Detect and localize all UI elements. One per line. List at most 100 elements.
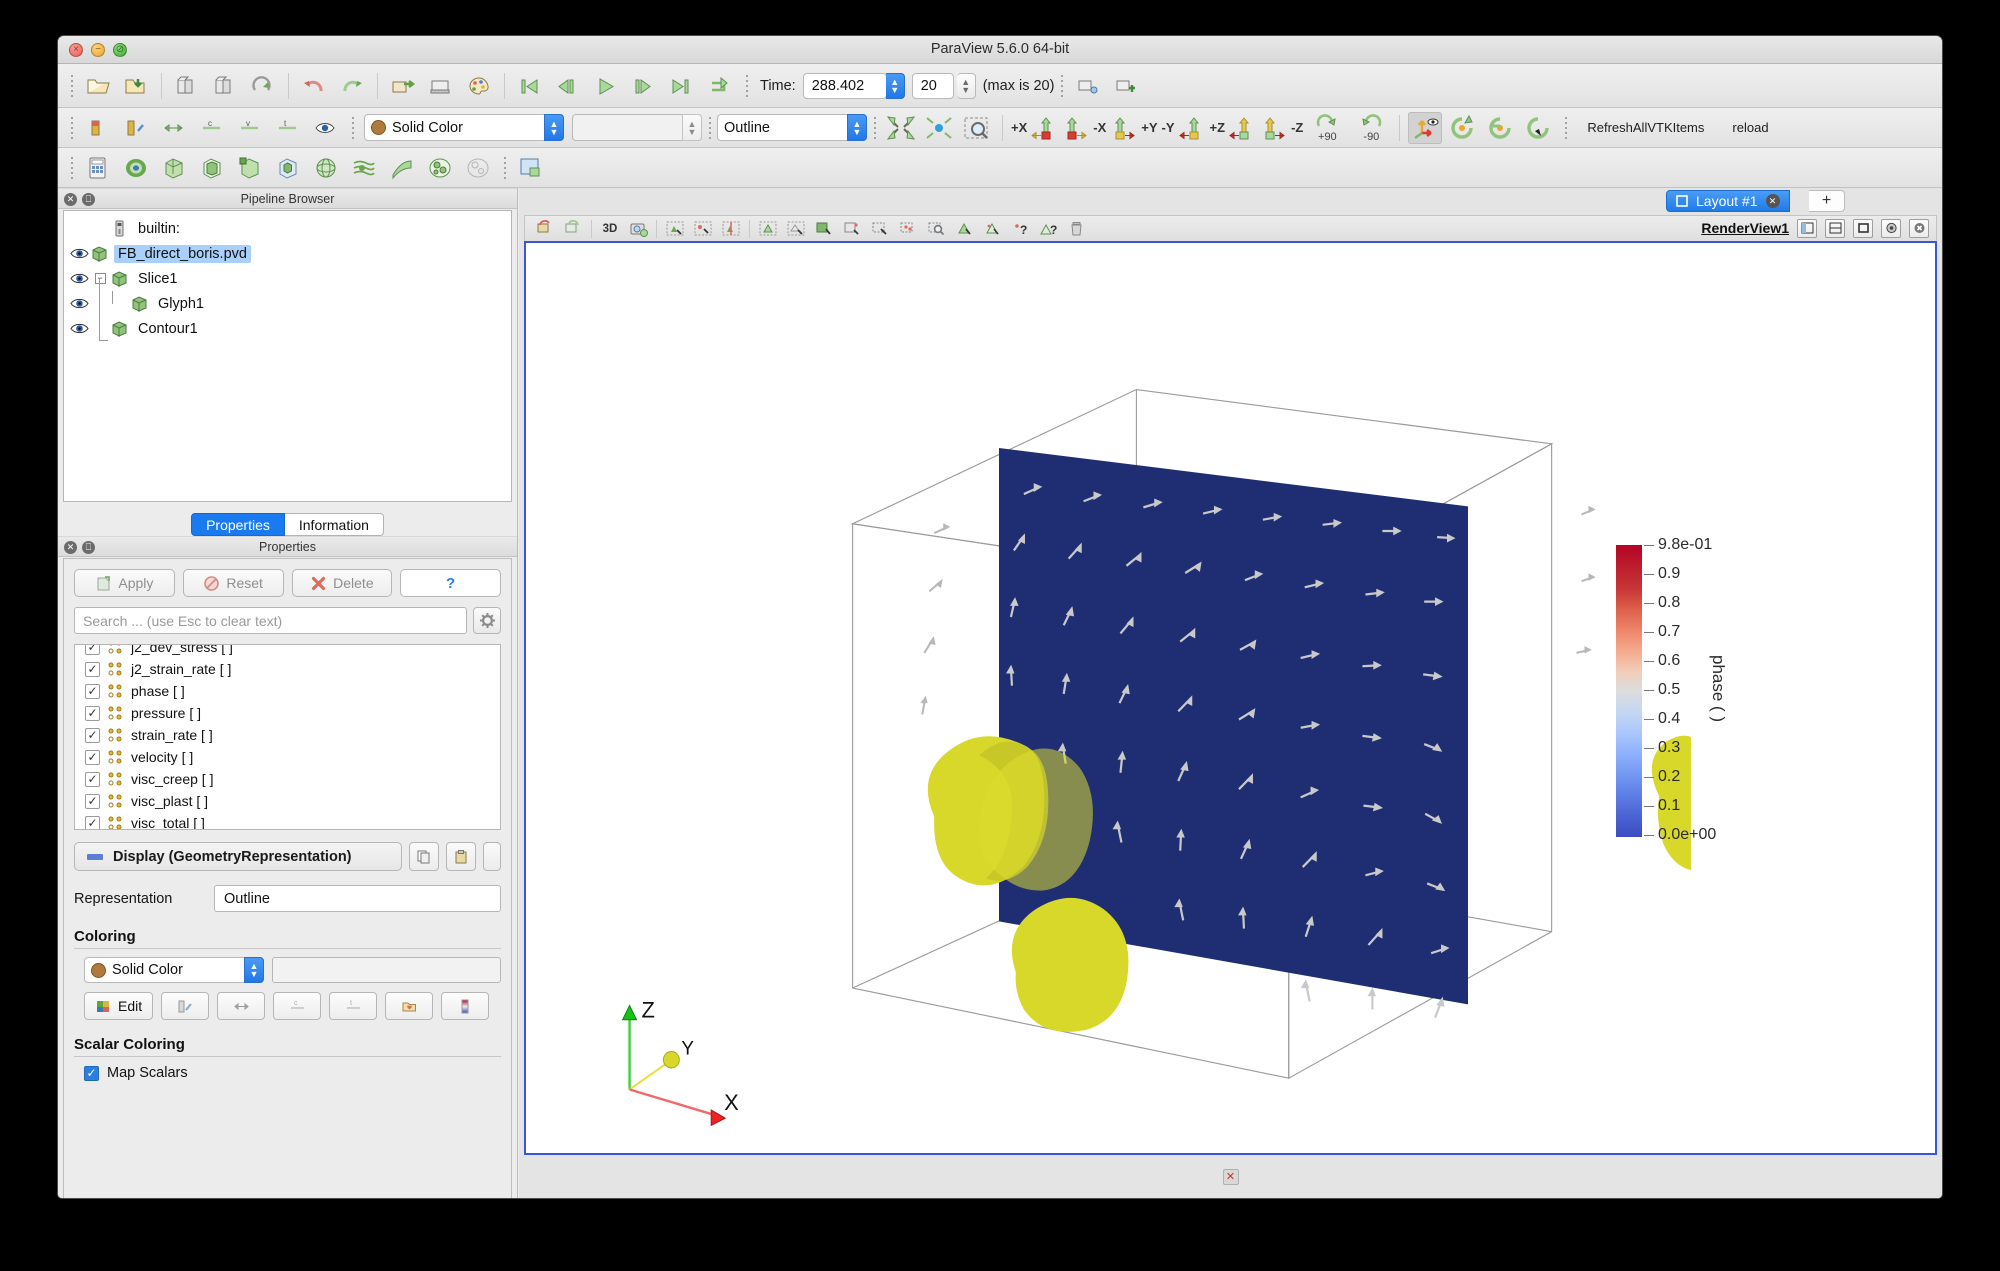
redo-icon[interactable] [335,70,369,102]
choose-preset-button[interactable] [385,992,434,1020]
frame-index-input[interactable]: 20 [911,72,954,99]
macro-refresh-all-vtk-items[interactable]: RefreshAllVTKItems [1587,120,1704,135]
capture-screenshot-icon[interactable] [625,218,651,240]
redo-camera-icon[interactable] [560,218,586,240]
close-layout-icon[interactable]: ✕ [1765,194,1780,208]
reset-camera-icon[interactable] [884,112,918,144]
rescale-temporal-range-button[interactable]: t [329,992,378,1020]
representation-select[interactable]: Outline [214,885,501,912]
save-state-icon[interactable] [208,70,242,102]
show-color-legend-button[interactable] [441,992,490,1020]
play-icon[interactable] [589,70,623,102]
delete-selection-icon[interactable] [1063,218,1089,240]
tab-information[interactable]: Information [284,513,384,536]
array-checkbox[interactable]: ✓ [85,749,100,765]
pipeline-item-slice1[interactable]: − Slice1 [64,266,511,291]
find-data-icon[interactable]: ? [1007,218,1033,240]
pipeline-item-builtin[interactable]: builtin: [64,216,511,241]
rescale-to-data-range-button[interactable] [217,992,266,1020]
disconnect-icon[interactable] [1109,70,1143,102]
array-row[interactable]: ✓ visc_plast [ ] [75,790,500,812]
array-row[interactable]: ✓ visc_total [ ] [75,812,500,829]
rotate-plus-90-button[interactable]: +90 [1307,112,1347,144]
first-frame-icon[interactable] [513,70,547,102]
camera-plus-z-button[interactable]: +Z [1210,114,1257,142]
plot-selection-icon[interactable] [979,218,1005,240]
open-file-icon[interactable] [81,70,115,102]
split-horizontal-button[interactable] [1797,218,1817,238]
edit-color-map-icon[interactable] [119,112,153,144]
coloring-array-select[interactable]: Solid Color ▲ ▼ [84,957,264,983]
rescale-custom-icon[interactable]: c [195,112,229,144]
toolbar-grip[interactable] [69,114,74,141]
toolbar-grip[interactable] [69,72,74,99]
extract-level-icon[interactable] [461,152,495,184]
show-center-axes-icon[interactable] [1408,111,1443,144]
slice-icon[interactable] [195,152,229,184]
visibility-toggle[interactable] [68,297,90,310]
visibility-toggle[interactable] [68,247,90,260]
rescale-custom-range-button[interactable]: c [273,992,322,1020]
rescale-visible-icon[interactable]: v [233,112,267,144]
previous-frame-icon[interactable] [551,70,585,102]
next-frame-icon[interactable] [627,70,661,102]
visibility-toggle[interactable] [68,322,90,335]
selection-help-icon[interactable]: ? [1035,218,1061,240]
representation-select[interactable]: Outline ▲ ▼ [717,114,867,141]
copy-display-properties-button[interactable] [409,842,439,871]
array-checkbox[interactable]: ✓ [85,683,100,699]
array-checkbox[interactable]: ✓ [85,815,100,829]
toolbar-grip[interactable] [69,154,74,181]
array-checkbox[interactable]: ✓ [85,727,100,743]
hover-cells-icon[interactable] [867,218,893,240]
edit-color-map-button[interactable]: Edit [84,992,154,1020]
new-layout-button[interactable]: + [1809,190,1845,212]
toolbar-grip[interactable] [744,72,749,99]
open-recent-icon[interactable] [119,70,153,102]
delete-button[interactable]: Delete [291,569,393,597]
color-palette-icon[interactable] [462,70,496,102]
array-checkbox[interactable]: ✓ [85,793,100,809]
layout-tab[interactable]: Layout #1 ✕ [1666,190,1790,212]
advanced-properties-toggle[interactable] [473,607,501,634]
visibility-toggle[interactable] [68,272,90,285]
pipeline-item-glyph1[interactable]: Glyph1 [64,290,511,316]
array-checkbox[interactable]: ✓ [85,645,100,655]
glyph-icon[interactable] [309,152,343,184]
capture-view-button[interactable] [1881,218,1901,238]
use-separate-color-map-button[interactable] [161,992,210,1020]
loop-icon[interactable] [703,70,737,102]
group-datasets-icon[interactable] [423,152,457,184]
undo-camera-icon[interactable] [532,218,558,240]
camera-minus-z-button[interactable]: -Z [1260,114,1303,142]
rescale-to-data-icon[interactable] [157,112,191,144]
more-display-options-button[interactable] [483,842,501,871]
close-panel-icon[interactable]: ✕ [1222,1169,1239,1185]
array-row[interactable]: ✓ strain_rate [ ] [75,724,500,746]
toggle-3d-button[interactable]: 3D [597,218,623,240]
display-section-toggle[interactable]: Display (GeometryRepresentation) [74,842,402,871]
render-view-canvas[interactable]: Z Y X 9.8e-01 0.9 0.8 0.7 0.6 0.5 0.4 0.… [524,241,1937,1155]
toolbar-grip[interactable] [1563,114,1569,141]
select-points-on-icon[interactable] [690,218,716,240]
interactive-select-icon[interactable] [811,218,837,240]
zoom-to-selection-icon[interactable] [923,218,949,240]
maximize-view-button[interactable] [1853,218,1873,238]
array-row[interactable]: ✓ visc_creep [ ] [75,768,500,790]
toolbar-grip[interactable] [707,114,712,141]
camera-minus-x-button[interactable]: -X [1062,114,1106,142]
pipeline-browser[interactable]: builtin: FB_direct_boris.pvd − [63,210,512,502]
search-input[interactable]: Search ... (use Esc to clear text) [74,607,467,634]
clip-icon[interactable] [157,152,191,184]
paste-display-properties-button[interactable] [446,842,476,871]
toolbar-grip[interactable] [350,114,355,141]
coloring-component-field[interactable] [272,957,501,983]
map-scalars-checkbox[interactable]: ✓ [84,1065,99,1081]
array-checkbox[interactable]: ✓ [85,771,100,787]
toolbar-grip[interactable] [1059,72,1065,99]
undo-icon[interactable] [297,70,331,102]
coloring-array-select[interactable]: Solid Color ▲ ▼ [364,114,564,141]
pipeline-item-fb-direct-boris[interactable]: FB_direct_boris.pvd [64,241,511,266]
close-view-button[interactable] [1909,218,1929,238]
coloring-component-select[interactable]: ▲ ▼ [572,114,702,141]
